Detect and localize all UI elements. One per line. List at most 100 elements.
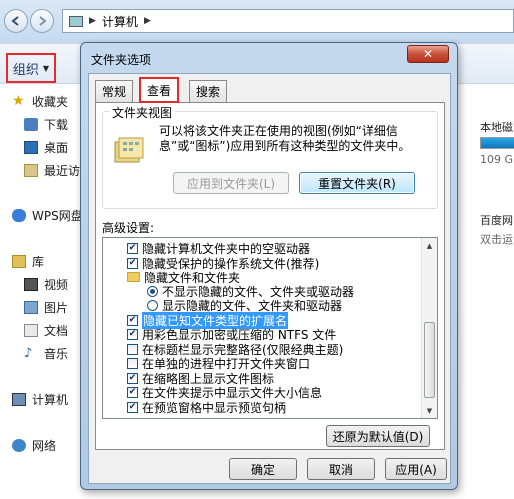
advanced-settings-label: 高级设置: — [102, 221, 155, 235]
scroll-thumb[interactable] — [424, 322, 435, 398]
picture-icon — [24, 301, 38, 314]
nav-label: WPS网盘 — [32, 209, 83, 223]
close-button[interactable]: ✕ — [407, 45, 449, 63]
baidu-drive-sub: 双击运 — [480, 233, 513, 246]
network-icon — [12, 439, 26, 452]
back-arrow-icon — [11, 16, 19, 26]
drive-size: 109 G — [480, 153, 514, 166]
document-icon — [24, 324, 38, 337]
checkbox[interactable]: ✔ — [127, 401, 138, 413]
setting-show-hidden[interactable]: 显示隐藏的文件、文件夹和驱动器 — [147, 298, 342, 313]
nav-label: 计算机 — [32, 393, 69, 407]
folder-icon — [127, 272, 140, 282]
video-icon — [24, 278, 38, 291]
checkbox[interactable]: ✔ — [127, 242, 138, 254]
explorer-titlebar: ▶ 计算机 ▶ — [0, 0, 514, 44]
advanced-settings-list[interactable]: ✔ 隐藏计算机文件夹中的空驱动器 ✔ 隐藏受保护的操作系统文件(推荐) 隐藏文件… — [102, 237, 438, 419]
nav-label: 桌面 — [44, 141, 69, 155]
checkbox[interactable]: ✔ — [127, 372, 138, 384]
nav-item-music[interactable]: ♪ 音乐 — [24, 345, 68, 362]
setting-color-ntfs[interactable]: ✔ 用彩色显示加密或压缩的 NTFS 文件 — [127, 327, 336, 342]
folder-options-dialog: 文件夹选项 ✕ 常规 查看 搜索 文件夹视图 可以将该文件夹正在使用的视图(例如… — [80, 42, 458, 490]
drive-label[interactable]: 本地磁 — [480, 119, 513, 135]
navigation-pane: ★ 收藏夹 下载 桌面 最近访 WPS网盘 库 视频 图片 文档 ♪ 音乐 计算… — [0, 85, 83, 499]
nav-item-downloads[interactable]: 下载 — [24, 116, 68, 133]
nav-label: 最近访 — [44, 164, 81, 178]
reset-folders-button[interactable]: 重置文件夹(R) — [299, 172, 415, 194]
nav-item-computer[interactable]: 计算机 — [12, 391, 68, 408]
nav-label: 文档 — [44, 324, 69, 338]
tab-label: 查看 — [147, 83, 172, 98]
tab-label: 搜索 — [196, 85, 221, 99]
folder-views-group: 文件夹视图 可以将该文件夹正在使用的视图(例如“详细信息”或“图标”)应用到所有… — [102, 104, 438, 209]
nav-label: 库 — [32, 255, 45, 269]
checkbox[interactable]: ✔ — [127, 386, 138, 398]
drive-usage-bar — [480, 137, 514, 149]
ok-button[interactable]: 确定 — [229, 458, 297, 480]
computer-icon — [69, 15, 83, 27]
star-icon: ★ — [12, 93, 25, 109]
back-button[interactable] — [4, 9, 28, 33]
downloads-folder-icon — [24, 118, 38, 131]
breadcrumb-arrow-icon: ▶ — [143, 16, 151, 26]
cloud-icon — [12, 209, 26, 222]
content-pane: 本地磁 109 G 百度网 双击运 — [466, 85, 514, 499]
radio-button[interactable] — [147, 299, 158, 311]
nav-label: 下载 — [44, 118, 69, 132]
nav-label: 网络 — [32, 439, 57, 453]
nav-label: 图片 — [44, 301, 69, 315]
setting-label: 在预览窗格中显示预览句柄 — [142, 400, 287, 415]
folder-view-icon — [114, 137, 144, 163]
tab-label: 常规 — [102, 85, 127, 99]
nav-label: 收藏夹 — [32, 95, 69, 109]
checkbox[interactable]: ✔ — [127, 257, 138, 269]
nav-item-libraries[interactable]: 库 — [12, 253, 44, 270]
nav-label: 视频 — [44, 278, 69, 292]
scroll-up-arrow-icon[interactable]: ▲ — [422, 238, 437, 253]
tab-search[interactable]: 搜索 — [189, 80, 228, 102]
breadcrumb-arrow-icon: ▶ — [89, 16, 96, 26]
view-tab-panel: 文件夹视图 可以将该文件夹正在使用的视图(例如“详细信息”或“图标”)应用到所有… — [95, 102, 445, 450]
restore-defaults-button[interactable]: 还原为默认值(D) — [326, 425, 430, 447]
tab-view[interactable]: 查看 — [139, 77, 180, 103]
setting-separate-process[interactable]: 在单独的进程中打开文件夹窗口 — [127, 356, 310, 371]
nav-item-videos[interactable]: 视频 — [24, 276, 68, 293]
nav-item-wps[interactable]: WPS网盘 — [12, 207, 83, 224]
dialog-title: 文件夹选项 — [91, 53, 152, 67]
nav-item-desktop[interactable]: 桌面 — [24, 139, 68, 156]
recent-places-icon — [24, 164, 38, 177]
breadcrumb: 计算机 — [101, 14, 138, 29]
baidu-drive-label[interactable]: 百度网 — [480, 212, 513, 228]
computer-icon — [12, 393, 26, 406]
nav-item-documents[interactable]: 文档 — [24, 322, 68, 339]
checkbox[interactable]: ✔ — [127, 328, 138, 340]
forward-button[interactable] — [30, 9, 54, 33]
setting-hide-empty-drives[interactable]: ✔ 隐藏计算机文件夹中的空驱动器 — [127, 241, 310, 256]
library-icon — [12, 255, 26, 268]
dialog-client: 常规 查看 搜索 文件夹视图 可以将该文件夹正在使用的视图(例如“详细信息”或“… — [88, 73, 451, 484]
group-label: 文件夹视图 — [109, 104, 176, 121]
folder-views-description: 可以将该文件夹正在使用的视图(例如“详细信息”或“图标”)应用到所有这种类型的文… — [159, 124, 411, 153]
address-bar[interactable]: ▶ 计算机 ▶ — [62, 9, 514, 33]
dropdown-arrow-icon: ▼ — [42, 63, 50, 73]
vertical-scrollbar[interactable]: ▲ ▼ — [421, 238, 437, 418]
organize-button[interactable]: 组织 ▼ — [6, 53, 56, 83]
nav-item-pictures[interactable]: 图片 — [24, 299, 68, 316]
close-icon: ✕ — [422, 47, 434, 61]
apply-to-folders-button[interactable]: 应用到文件夹(L) — [173, 172, 289, 194]
forward-arrow-icon — [39, 16, 47, 26]
nav-item-favorites[interactable]: ★ 收藏夹 — [12, 93, 68, 110]
tab-general[interactable]: 常规 — [95, 80, 134, 102]
checkbox[interactable]: ✔ — [127, 314, 138, 326]
checkbox[interactable] — [127, 343, 138, 355]
nav-item-recent[interactable]: 最近访 — [24, 162, 80, 179]
checkbox[interactable] — [127, 357, 138, 369]
cancel-button[interactable]: 取消 — [307, 458, 375, 480]
apply-button[interactable]: 应用(A) — [385, 458, 447, 480]
setting-size-in-tips[interactable]: ✔ 在文件夹提示中显示文件大小信息 — [127, 385, 322, 400]
scroll-down-arrow-icon[interactable]: ▼ — [422, 403, 437, 418]
setting-preview-handlers[interactable]: ✔ 在预览窗格中显示预览句柄 — [127, 400, 287, 415]
organize-label: 组织 — [12, 62, 39, 78]
nav-item-network[interactable]: 网络 — [12, 437, 56, 454]
radio-button[interactable] — [147, 285, 158, 297]
